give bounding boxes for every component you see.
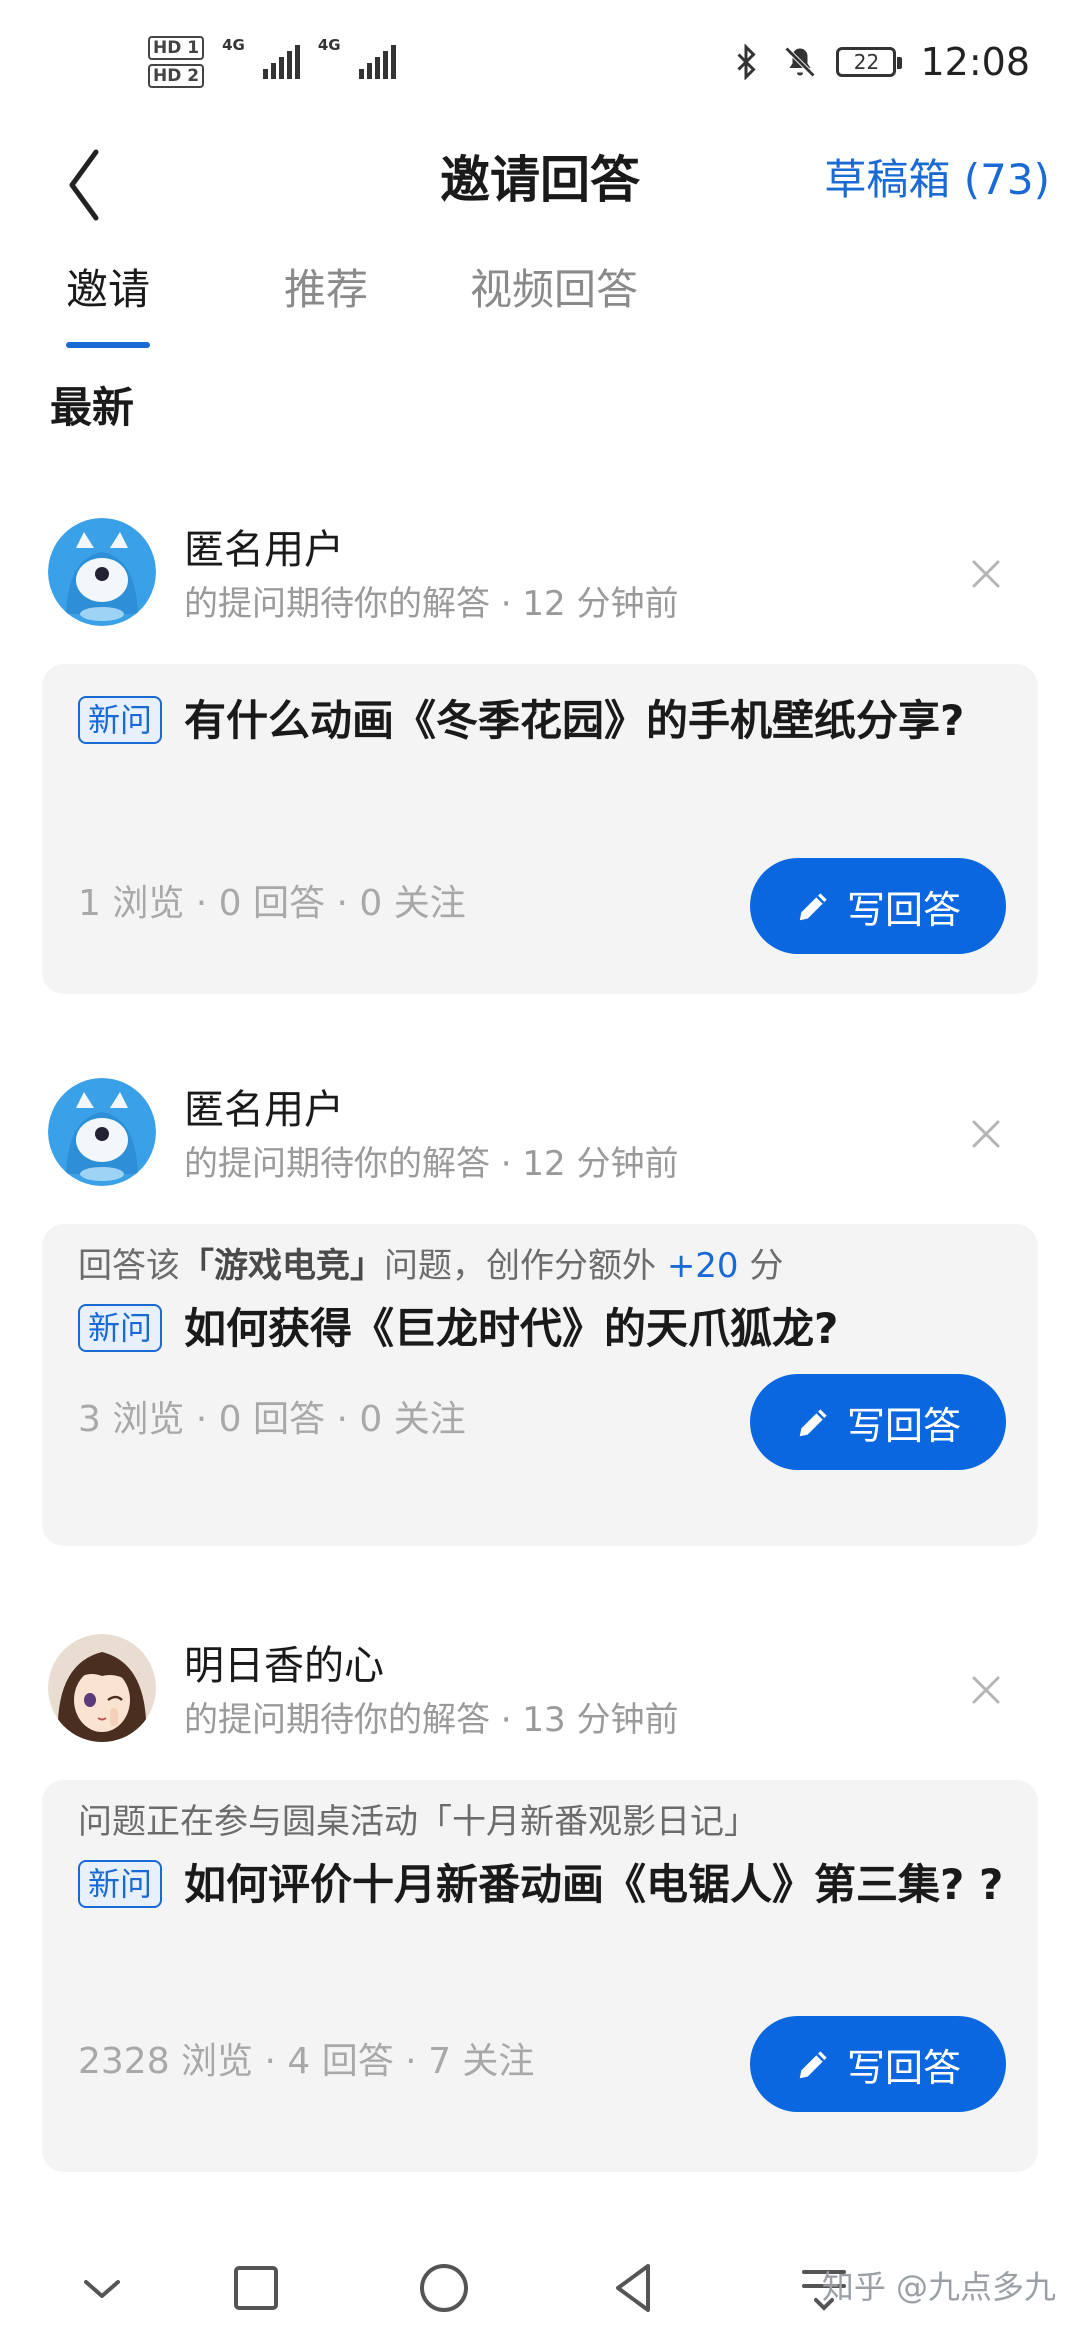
question-stats: 3 浏览 · 0 回答 · 0 关注 xyxy=(78,1399,466,1440)
recents-icon[interactable] xyxy=(226,2258,286,2318)
user-name[interactable]: 明日香的心 xyxy=(184,1638,384,1694)
user-name[interactable]: 匿名用户 xyxy=(184,522,344,578)
question-text: 如何获得《巨龙时代》的天爪狐龙? xyxy=(184,1304,839,1353)
question-card[interactable]: 新问 有什么动画《冬季花园》的手机壁纸分享? 1 浏览 · 0 回答 · 0 关注… xyxy=(42,664,1038,994)
mute-icon xyxy=(785,46,816,78)
roundtable-note[interactable]: 问题正在参与圆桌活动「十月新番观影日记」 xyxy=(78,1798,758,1846)
section-title: 最新 xyxy=(50,383,135,432)
tab-recommend[interactable]: 推荐 xyxy=(284,250,368,330)
list-item: 匿名用户 的提问期待你的解答 · 12 分钟前 回答该「游戏电竞」问题，创作分额… xyxy=(0,1060,1080,1560)
ask-meta: 的提问期待你的解答 · 13 分钟前 xyxy=(184,1700,679,1740)
hd2-label: HD 2 xyxy=(148,64,205,88)
list-item: 匿名用户 的提问期待你的解答 · 12 分钟前 新问 有什么动画《冬季花园》的手机… xyxy=(0,500,1080,1000)
close-icon[interactable] xyxy=(968,1116,1004,1152)
bonus-points: +20 xyxy=(666,1246,739,1286)
question-text: 如何评价十月新番动画《电锯人》第三集? ? xyxy=(184,1860,1004,1909)
close-icon[interactable] xyxy=(968,1672,1004,1708)
tab-invite[interactable]: 邀请 xyxy=(66,250,150,330)
ask-meta: 的提问期待你的解答 · 12 分钟前 xyxy=(184,1144,679,1184)
list-item: 明日香的心 的提问期待你的解答 · 13 分钟前 问题正在参与圆桌活动「十月新番… xyxy=(0,1616,1080,2176)
write-answer-button[interactable]: 写回答 xyxy=(750,2016,1006,2112)
new-question-badge: 新问 xyxy=(78,1304,163,1352)
question-title[interactable]: 新问 有什么动画《冬季花园》的手机壁纸分享? xyxy=(78,688,1018,754)
question-title[interactable]: 新问 如何评价十月新番动画《电锯人》第三集? ? xyxy=(78,1852,1018,1918)
drafts-button[interactable]: 草稿箱 (73) xyxy=(824,130,1050,230)
user-name[interactable]: 匿名用户 xyxy=(184,1082,344,1138)
question-text: 有什么动画《冬季花园》的手机壁纸分享? xyxy=(184,696,965,745)
write-answer-label: 写回答 xyxy=(846,1403,961,1448)
tab-indicator xyxy=(66,342,150,348)
new-question-badge: 新问 xyxy=(78,696,163,744)
network-type-1: 4G xyxy=(222,36,245,54)
tab-bar: 邀请 推荐 视频回答 xyxy=(0,250,1080,350)
signal-icon-2 xyxy=(358,45,396,79)
write-answer-button[interactable]: 写回答 xyxy=(750,858,1006,954)
question-stats: 2328 浏览 · 4 回答 · 7 关注 xyxy=(78,2041,535,2082)
signal-icon xyxy=(262,45,300,79)
watermark: 知乎 @九点多九 xyxy=(821,2268,1056,2306)
battery-icon: 22 xyxy=(836,47,903,77)
question-title[interactable]: 新问 如何获得《巨龙时代》的天爪狐龙? xyxy=(78,1296,1018,1362)
topic-name[interactable]: 「游戏电竞」 xyxy=(180,1246,384,1286)
home-icon[interactable] xyxy=(414,2258,474,2318)
bluetooth-icon xyxy=(737,44,757,80)
topic-bonus-note: 回答该「游戏电竞」问题，创作分额外 +20 分 xyxy=(78,1242,783,1290)
pencil-icon xyxy=(799,2051,827,2079)
new-question-badge: 新问 xyxy=(78,1860,163,1908)
collapse-icon[interactable] xyxy=(72,2258,132,2318)
question-card[interactable]: 回答该「游戏电竞」问题，创作分额外 +20 分 新问 如何获得《巨龙时代》的天爪狐… xyxy=(42,1224,1038,1546)
network-indicators: HD 1 HD 2 4G 4G xyxy=(148,36,396,88)
pencil-icon xyxy=(799,1409,827,1437)
close-icon[interactable] xyxy=(968,556,1004,592)
header: 邀请回答 草稿箱 (73) xyxy=(0,130,1080,250)
anonymous-avatar xyxy=(48,1078,156,1186)
back-icon[interactable] xyxy=(604,2258,664,2318)
write-answer-label: 写回答 xyxy=(846,887,961,932)
anonymous-avatar xyxy=(48,518,156,626)
network-type-2: 4G xyxy=(317,36,341,54)
write-answer-label: 写回答 xyxy=(846,2045,961,2090)
context-mid: 问题，创作分额外 xyxy=(384,1246,667,1286)
context-suffix: 分 xyxy=(738,1246,784,1286)
pencil-icon xyxy=(799,893,827,921)
write-answer-button[interactable]: 写回答 xyxy=(750,1374,1006,1470)
tab-video-answer[interactable]: 视频回答 xyxy=(470,250,638,330)
clock: 12:08 xyxy=(920,40,1030,84)
anime-girl-avatar xyxy=(48,1634,156,1742)
context-prefix: 回答该 xyxy=(78,1246,180,1286)
ask-meta: 的提问期待你的解答 · 12 分钟前 xyxy=(184,584,679,624)
question-card[interactable]: 问题正在参与圆桌活动「十月新番观影日记」 新问 如何评价十月新番动画《电锯人》第三… xyxy=(42,1780,1038,2172)
question-stats: 1 浏览 · 0 回答 · 0 关注 xyxy=(78,883,466,924)
hd1-label: HD 1 xyxy=(148,36,205,60)
status-bar: HD 1 HD 2 4G 4G 22 12:08 xyxy=(0,0,1080,130)
